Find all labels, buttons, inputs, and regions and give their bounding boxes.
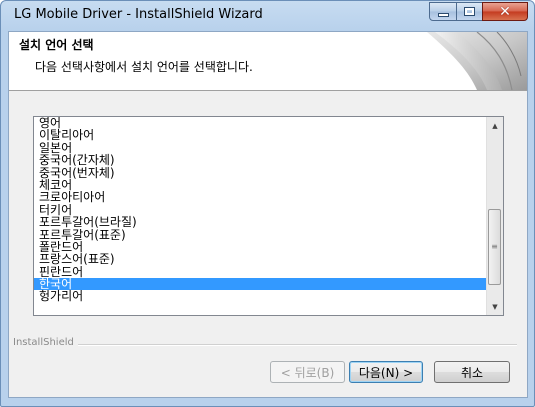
cancel-button[interactable]: 취소 (434, 361, 510, 383)
close-icon: ✕ (499, 3, 511, 20)
footer-divider (13, 344, 517, 346)
window-title: LG Mobile Driver - InstallShield Wizard (14, 7, 263, 22)
language-option[interactable]: 핀란드어 (34, 265, 486, 278)
listbox-scrollbar[interactable]: ▲ ≡ ▼ (486, 117, 503, 315)
minimize-icon (437, 12, 449, 17)
next-button[interactable]: 다음(N) > (349, 361, 423, 383)
language-option[interactable]: 포르투갈어(표준) (34, 228, 486, 241)
language-option[interactable]: 중국어(번자체) (34, 166, 486, 179)
page-curl-graphic (427, 32, 527, 90)
language-list: 영어 이탈리아어 일본어 중국어(간자체) 중국어(번자체) 체코어 크로아티아어 터키어 포르… (34, 117, 486, 303)
close-button[interactable]: ✕ (482, 2, 528, 21)
language-option[interactable]: 포르투갈어(브라질) (34, 216, 486, 228)
installer-window: LG Mobile Driver - InstallShield Wizard … (0, 0, 535, 407)
grip-icon: ≡ (491, 242, 498, 251)
scroll-down-icon[interactable]: ▼ (487, 298, 503, 315)
language-option[interactable]: 한국어 (34, 278, 486, 291)
language-option[interactable]: 이탈리아어 (34, 129, 486, 141)
maximize-icon (464, 7, 475, 16)
page-subtitle: 다음 선택사항에서 설치 언어를 선택합니다. (35, 60, 253, 74)
scroll-up-icon[interactable]: ▲ (487, 117, 503, 134)
page-title: 설치 언어 선택 (19, 38, 94, 52)
minimize-button[interactable] (429, 2, 457, 21)
language-listbox[interactable]: 영어 이탈리아어 일본어 중국어(간자체) 중국어(번자체) 체코어 크로아티아어 터키어 포르… (33, 116, 504, 316)
dialog-body: 설치 언어 선택 다음 선택사항에서 설치 언어를 선택합니다. 영어 이탈리아… (8, 31, 528, 398)
maximize-button[interactable] (456, 2, 483, 21)
language-option[interactable]: 중국어(간자체) (34, 154, 486, 166)
language-option[interactable]: 영어 (34, 117, 486, 129)
scroll-thumb[interactable]: ≡ (488, 209, 501, 285)
installshield-label: InstallShield (13, 337, 78, 348)
back-button[interactable]: < 뒤로(B) (270, 361, 345, 383)
language-option[interactable]: 프랑스어(표준) (34, 253, 486, 265)
title-bar[interactable]: LG Mobile Driver - InstallShield Wizard … (1, 1, 534, 31)
language-option[interactable]: 헝가리어 (34, 290, 486, 302)
wizard-header: 설치 언어 선택 다음 선택사항에서 설치 언어를 선택합니다. (9, 32, 527, 91)
language-option[interactable]: 크로아티아어 (34, 191, 486, 203)
